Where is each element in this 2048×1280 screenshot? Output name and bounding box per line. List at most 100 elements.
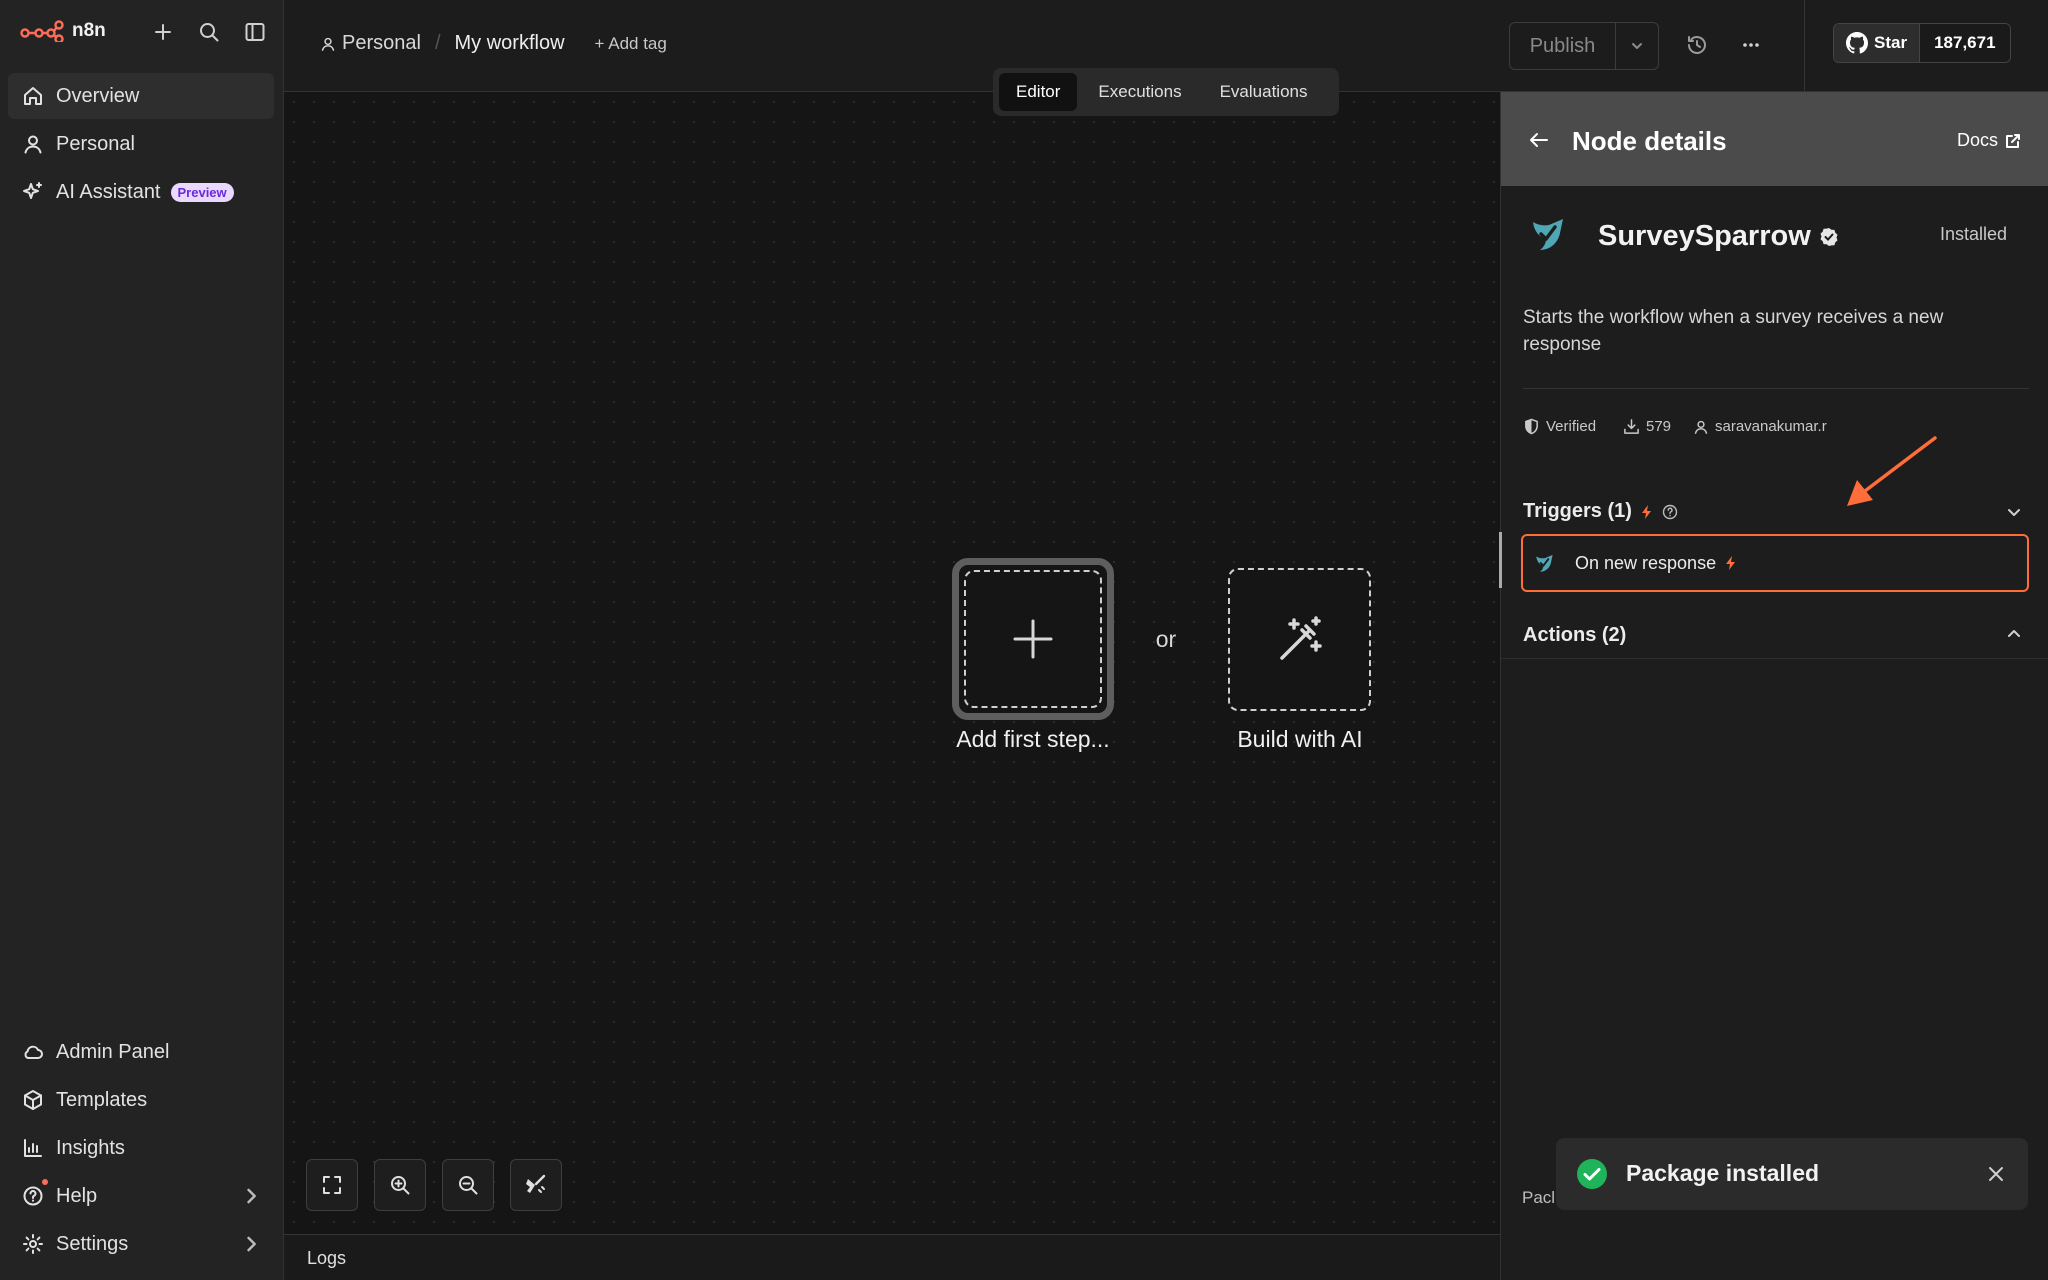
chevron-right-icon: [247, 1236, 256, 1252]
sidebar-item-label: Settings: [56, 1232, 129, 1255]
user-icon: [321, 37, 335, 51]
divider: [1501, 658, 2048, 659]
back-button[interactable]: [1527, 128, 1551, 152]
header-divider: [1804, 0, 1805, 92]
help-circle-icon: [23, 1186, 43, 1206]
user-icon: [24, 135, 42, 154]
verified-badge-icon: [1820, 227, 1838, 246]
tab-evaluations[interactable]: Evaluations: [1203, 73, 1325, 111]
collapse-sidebar-button[interactable]: [241, 18, 269, 46]
notification-dot: [42, 1179, 48, 1185]
downloads-count: 579: [1646, 418, 1672, 435]
node-description: Starts the workflow when a survey receiv…: [1523, 307, 1944, 355]
history-button[interactable]: [1686, 34, 1708, 56]
publish-button-group: Publish: [1509, 22, 1659, 70]
check-circle-icon: [1577, 1159, 1607, 1189]
sidebar-item-insights[interactable]: Insights: [8, 1125, 274, 1171]
github-icon: [1846, 32, 1868, 54]
sidebar-toggle-icon: [245, 23, 265, 41]
panel-header: Node details Docs: [1501, 92, 2048, 186]
author-meta: saravanakumar.r: [1693, 418, 1827, 435]
zoom-out-button[interactable]: [442, 1159, 494, 1211]
magic-wand-icon: [1279, 615, 1322, 660]
node-name-text: SurveySparrow: [1598, 220, 1811, 252]
n8n-logo-icon: [20, 20, 64, 42]
node-details-panel: Node details Docs SurveySparrow Installe…: [1499, 92, 2048, 1280]
add-tag-button[interactable]: + Add tag: [595, 34, 667, 54]
publish-button[interactable]: Publish: [1510, 23, 1616, 69]
breadcrumb-project[interactable]: Personal: [342, 32, 421, 55]
downloads-meta: 579: [1623, 418, 1671, 435]
tab-editor[interactable]: Editor: [999, 73, 1078, 111]
chevron-down-icon: [1632, 43, 1642, 49]
logs-bar[interactable]: Logs: [284, 1234, 1500, 1280]
search-button[interactable]: [195, 18, 223, 46]
plus-icon: [1013, 619, 1053, 659]
build-with-ai-label: Build with AI: [1237, 726, 1363, 752]
search-icon: [200, 23, 219, 42]
n8n-logo[interactable]: n8n: [20, 20, 106, 42]
sidebar-item-label: Help: [56, 1184, 98, 1207]
sidebar-item-label: Personal: [56, 132, 135, 155]
tidy-up-button[interactable]: [510, 1159, 562, 1211]
sidebar: n8n Overview Personal AI Assistant Previ…: [0, 0, 284, 1280]
bolt-icon: [1726, 556, 1736, 570]
create-button[interactable]: [149, 18, 177, 46]
chevron-down-icon[interactable]: [2004, 502, 2024, 522]
github-star-button[interactable]: Star 187,671: [1833, 23, 2011, 63]
triggers-section-header[interactable]: Triggers (1): [1523, 500, 1678, 523]
broom-icon: [526, 1174, 546, 1193]
node-name: SurveySparrow: [1598, 220, 1839, 253]
github-star-count: 187,671: [1919, 24, 2010, 62]
trigger-label: On new response: [1575, 552, 1717, 573]
bar-chart-icon: [24, 1139, 42, 1157]
shield-icon: [1525, 418, 1538, 435]
surveysparrow-logo-icon: [1527, 212, 1571, 256]
triggers-title: Triggers (1): [1523, 500, 1632, 522]
docs-label: Docs: [1957, 130, 1999, 150]
docs-link[interactable]: Docs: [1957, 130, 2022, 151]
verified-meta: Verified: [1523, 418, 1596, 435]
sidebar-item-templates[interactable]: Templates: [8, 1077, 274, 1123]
author-name: saravanakumar.r: [1715, 418, 1827, 435]
zoom-in-button[interactable]: [374, 1159, 426, 1211]
publish-dropdown-button[interactable]: [1616, 38, 1658, 54]
toast-close-button[interactable]: [1986, 1164, 2006, 1184]
surveysparrow-icon: [1536, 554, 1553, 572]
trigger-item-on-new-response[interactable]: On new response: [1521, 534, 2029, 592]
trigger-label-wrap: On new response: [1575, 553, 1738, 574]
add-first-step-inner: [964, 570, 1102, 708]
sidebar-item-personal[interactable]: Personal: [8, 121, 274, 167]
add-first-step-button[interactable]: [952, 558, 1114, 720]
package-section-label: Pacl: [1522, 1188, 1556, 1207]
github-star-label-wrap: Star: [1834, 24, 1920, 62]
cloud-icon: [24, 1045, 43, 1059]
zoom-out-icon: [459, 1176, 478, 1195]
sidebar-item-settings[interactable]: Settings: [8, 1221, 274, 1267]
sidebar-item-help[interactable]: Help: [8, 1173, 274, 1219]
sidebar-item-admin-panel[interactable]: Admin Panel: [8, 1029, 274, 1075]
workflow-name[interactable]: My workflow: [455, 32, 565, 55]
divider: [1523, 388, 2029, 389]
gear-icon: [23, 1234, 43, 1254]
annotation-arrow-icon: [1847, 436, 1937, 506]
toast-message: Package installed: [1626, 1160, 1820, 1186]
arrow-left-icon: [1530, 133, 1548, 147]
tab-executions[interactable]: Executions: [1081, 73, 1198, 111]
build-with-ai-button[interactable]: [1228, 568, 1371, 711]
more-options-button[interactable]: [1740, 34, 1762, 56]
sidebar-item-overview[interactable]: Overview: [8, 73, 274, 119]
chevron-up-icon[interactable]: [2004, 624, 2024, 644]
fit-view-button[interactable]: [306, 1159, 358, 1211]
actions-section-header[interactable]: Actions (2): [1523, 624, 1626, 647]
fullscreen-icon: [323, 1176, 341, 1194]
logo-text: n8n: [72, 20, 106, 41]
box-icon: [24, 1090, 42, 1110]
sidebar-item-label: Admin Panel: [56, 1040, 170, 1063]
sidebar-item-label: Insights: [56, 1136, 125, 1159]
sidebar-item-ai-assistant[interactable]: AI Assistant Preview: [8, 169, 274, 215]
preview-badge: Preview: [170, 182, 234, 202]
add-first-step-label: Add first step...: [956, 726, 1110, 752]
question-icon: [1662, 504, 1678, 519]
sidebar-item-label: AI Assistant: [56, 180, 161, 203]
